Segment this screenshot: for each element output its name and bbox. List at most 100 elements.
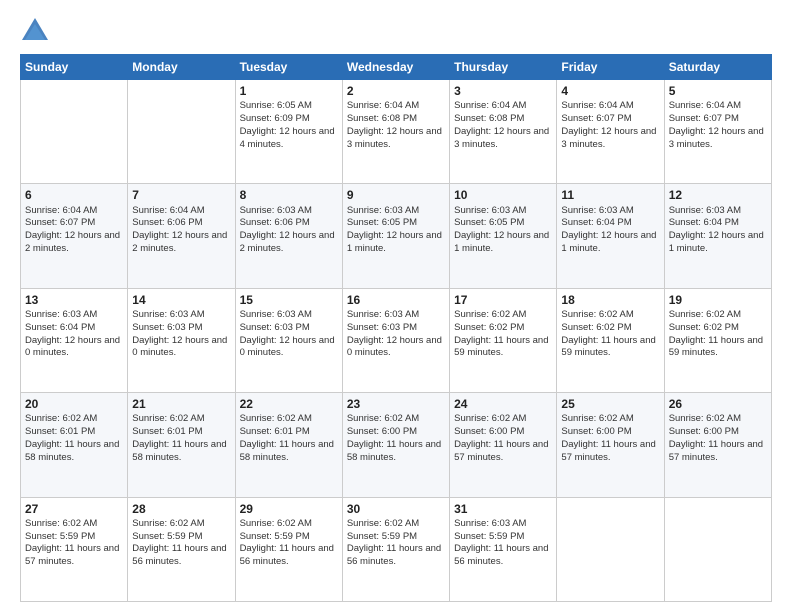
calendar-cell: 29Sunrise: 6:02 AM Sunset: 5:59 PM Dayli… [235, 497, 342, 601]
day-detail: Sunrise: 6:04 AM Sunset: 6:08 PM Dayligh… [347, 100, 445, 151]
day-number: 5 [669, 83, 767, 99]
day-number: 22 [240, 396, 338, 412]
calendar-cell: 17Sunrise: 6:02 AM Sunset: 6:02 PM Dayli… [450, 288, 557, 392]
weekday-header-row: SundayMondayTuesdayWednesdayThursdayFrid… [21, 55, 772, 80]
calendar-cell: 20Sunrise: 6:02 AM Sunset: 6:01 PM Dayli… [21, 393, 128, 497]
day-detail: Sunrise: 6:02 AM Sunset: 6:00 PM Dayligh… [669, 413, 767, 464]
weekday-header: Tuesday [235, 55, 342, 80]
calendar-week-row: 27Sunrise: 6:02 AM Sunset: 5:59 PM Dayli… [21, 497, 772, 601]
weekday-header: Wednesday [342, 55, 449, 80]
day-detail: Sunrise: 6:04 AM Sunset: 6:07 PM Dayligh… [25, 205, 123, 256]
header [20, 16, 772, 44]
calendar-cell: 9 Sunrise: 6:03 AM Sunset: 6:05 PM Daylig… [342, 184, 449, 288]
day-detail: Sunrise: 6:02 AM Sunset: 6:00 PM Dayligh… [561, 413, 659, 464]
calendar-week-row: 6 Sunrise: 6:04 AM Sunset: 6:07 PM Daylig… [21, 184, 772, 288]
calendar-cell: 8Sunrise: 6:03 AM Sunset: 6:06 PM Daylig… [235, 184, 342, 288]
day-number: 21 [132, 396, 230, 412]
day-detail: Sunrise: 6:02 AM Sunset: 5:59 PM Dayligh… [25, 518, 123, 569]
calendar-cell: 3Sunrise: 6:04 AM Sunset: 6:08 PM Daylig… [450, 80, 557, 184]
day-number: 17 [454, 292, 552, 308]
day-number: 10 [454, 187, 552, 203]
day-detail: Sunrise: 6:04 AM Sunset: 6:08 PM Dayligh… [454, 100, 552, 151]
day-detail: Sunrise: 6:04 AM Sunset: 6:07 PM Dayligh… [669, 100, 767, 151]
calendar-cell: 21Sunrise: 6:02 AM Sunset: 6:01 PM Dayli… [128, 393, 235, 497]
day-number: 13 [25, 292, 123, 308]
day-number: 28 [132, 501, 230, 517]
day-number: 6 [25, 187, 123, 203]
day-number: 30 [347, 501, 445, 517]
day-detail: Sunrise: 6:03 AM Sunset: 6:06 PM Dayligh… [240, 205, 338, 256]
weekday-header: Saturday [664, 55, 771, 80]
day-detail: Sunrise: 6:03 AM Sunset: 6:03 PM Dayligh… [132, 309, 230, 360]
day-detail: Sunrise: 6:02 AM Sunset: 6:01 PM Dayligh… [25, 413, 123, 464]
weekday-header: Friday [557, 55, 664, 80]
day-number: 25 [561, 396, 659, 412]
calendar-cell: 13Sunrise: 6:03 AM Sunset: 6:04 PM Dayli… [21, 288, 128, 392]
calendar-week-row: 1Sunrise: 6:05 AM Sunset: 6:09 PM Daylig… [21, 80, 772, 184]
day-number: 14 [132, 292, 230, 308]
day-detail: Sunrise: 6:03 AM Sunset: 6:04 PM Dayligh… [669, 205, 767, 256]
day-detail: Sunrise: 6:03 AM Sunset: 6:05 PM Dayligh… [347, 205, 445, 256]
day-detail: Sunrise: 6:02 AM Sunset: 5:59 PM Dayligh… [240, 518, 338, 569]
calendar-cell: 18Sunrise: 6:02 AM Sunset: 6:02 PM Dayli… [557, 288, 664, 392]
calendar-cell: 5Sunrise: 6:04 AM Sunset: 6:07 PM Daylig… [664, 80, 771, 184]
calendar-cell: 7Sunrise: 6:04 AM Sunset: 6:06 PM Daylig… [128, 184, 235, 288]
calendar-cell: 28Sunrise: 6:02 AM Sunset: 5:59 PM Dayli… [128, 497, 235, 601]
calendar-cell: 19Sunrise: 6:02 AM Sunset: 6:02 PM Dayli… [664, 288, 771, 392]
day-detail: Sunrise: 6:02 AM Sunset: 6:02 PM Dayligh… [669, 309, 767, 360]
calendar-cell: 2Sunrise: 6:04 AM Sunset: 6:08 PM Daylig… [342, 80, 449, 184]
calendar-week-row: 13Sunrise: 6:03 AM Sunset: 6:04 PM Dayli… [21, 288, 772, 392]
calendar-cell [128, 80, 235, 184]
weekday-header: Monday [128, 55, 235, 80]
logo [20, 16, 54, 44]
day-detail: Sunrise: 6:03 AM Sunset: 6:05 PM Dayligh… [454, 205, 552, 256]
calendar-cell: 4Sunrise: 6:04 AM Sunset: 6:07 PM Daylig… [557, 80, 664, 184]
day-number: 16 [347, 292, 445, 308]
day-detail: Sunrise: 6:02 AM Sunset: 6:00 PM Dayligh… [454, 413, 552, 464]
calendar-cell: 1Sunrise: 6:05 AM Sunset: 6:09 PM Daylig… [235, 80, 342, 184]
day-number: 31 [454, 501, 552, 517]
calendar-cell: 12Sunrise: 6:03 AM Sunset: 6:04 PM Dayli… [664, 184, 771, 288]
calendar-cell: 24Sunrise: 6:02 AM Sunset: 6:00 PM Dayli… [450, 393, 557, 497]
day-number: 2 [347, 83, 445, 99]
day-detail: Sunrise: 6:02 AM Sunset: 6:01 PM Dayligh… [240, 413, 338, 464]
day-detail: Sunrise: 6:03 AM Sunset: 5:59 PM Dayligh… [454, 518, 552, 569]
day-detail: Sunrise: 6:02 AM Sunset: 6:01 PM Dayligh… [132, 413, 230, 464]
day-detail: Sunrise: 6:02 AM Sunset: 5:59 PM Dayligh… [132, 518, 230, 569]
calendar-cell [21, 80, 128, 184]
day-number: 11 [561, 187, 659, 203]
calendar-cell: 14Sunrise: 6:03 AM Sunset: 6:03 PM Dayli… [128, 288, 235, 392]
day-detail: Sunrise: 6:02 AM Sunset: 6:00 PM Dayligh… [347, 413, 445, 464]
calendar-cell: 27Sunrise: 6:02 AM Sunset: 5:59 PM Dayli… [21, 497, 128, 601]
day-number: 24 [454, 396, 552, 412]
day-number: 29 [240, 501, 338, 517]
weekday-header: Sunday [21, 55, 128, 80]
day-number: 23 [347, 396, 445, 412]
logo-icon [20, 16, 50, 44]
weekday-header: Thursday [450, 55, 557, 80]
calendar-cell: 11Sunrise: 6:03 AM Sunset: 6:04 PM Dayli… [557, 184, 664, 288]
day-detail: Sunrise: 6:03 AM Sunset: 6:04 PM Dayligh… [25, 309, 123, 360]
day-number: 7 [132, 187, 230, 203]
day-detail: Sunrise: 6:02 AM Sunset: 6:02 PM Dayligh… [561, 309, 659, 360]
calendar: SundayMondayTuesdayWednesdayThursdayFrid… [20, 54, 772, 602]
calendar-cell [557, 497, 664, 601]
calendar-cell: 22Sunrise: 6:02 AM Sunset: 6:01 PM Dayli… [235, 393, 342, 497]
calendar-cell: 10 Sunrise: 6:03 AM Sunset: 6:05 PM Dayli… [450, 184, 557, 288]
day-detail: Sunrise: 6:02 AM Sunset: 6:02 PM Dayligh… [454, 309, 552, 360]
day-detail: Sunrise: 6:04 AM Sunset: 6:07 PM Dayligh… [561, 100, 659, 151]
calendar-cell: 16Sunrise: 6:03 AM Sunset: 6:03 PM Dayli… [342, 288, 449, 392]
day-number: 27 [25, 501, 123, 517]
calendar-cell: 6 Sunrise: 6:04 AM Sunset: 6:07 PM Daylig… [21, 184, 128, 288]
calendar-cell: 30Sunrise: 6:02 AM Sunset: 5:59 PM Dayli… [342, 497, 449, 601]
day-number: 15 [240, 292, 338, 308]
day-number: 1 [240, 83, 338, 99]
day-number: 20 [25, 396, 123, 412]
calendar-cell: 23Sunrise: 6:02 AM Sunset: 6:00 PM Dayli… [342, 393, 449, 497]
day-number: 9 [347, 187, 445, 203]
day-number: 4 [561, 83, 659, 99]
calendar-cell [664, 497, 771, 601]
calendar-week-row: 20Sunrise: 6:02 AM Sunset: 6:01 PM Dayli… [21, 393, 772, 497]
day-number: 18 [561, 292, 659, 308]
calendar-cell: 25Sunrise: 6:02 AM Sunset: 6:00 PM Dayli… [557, 393, 664, 497]
